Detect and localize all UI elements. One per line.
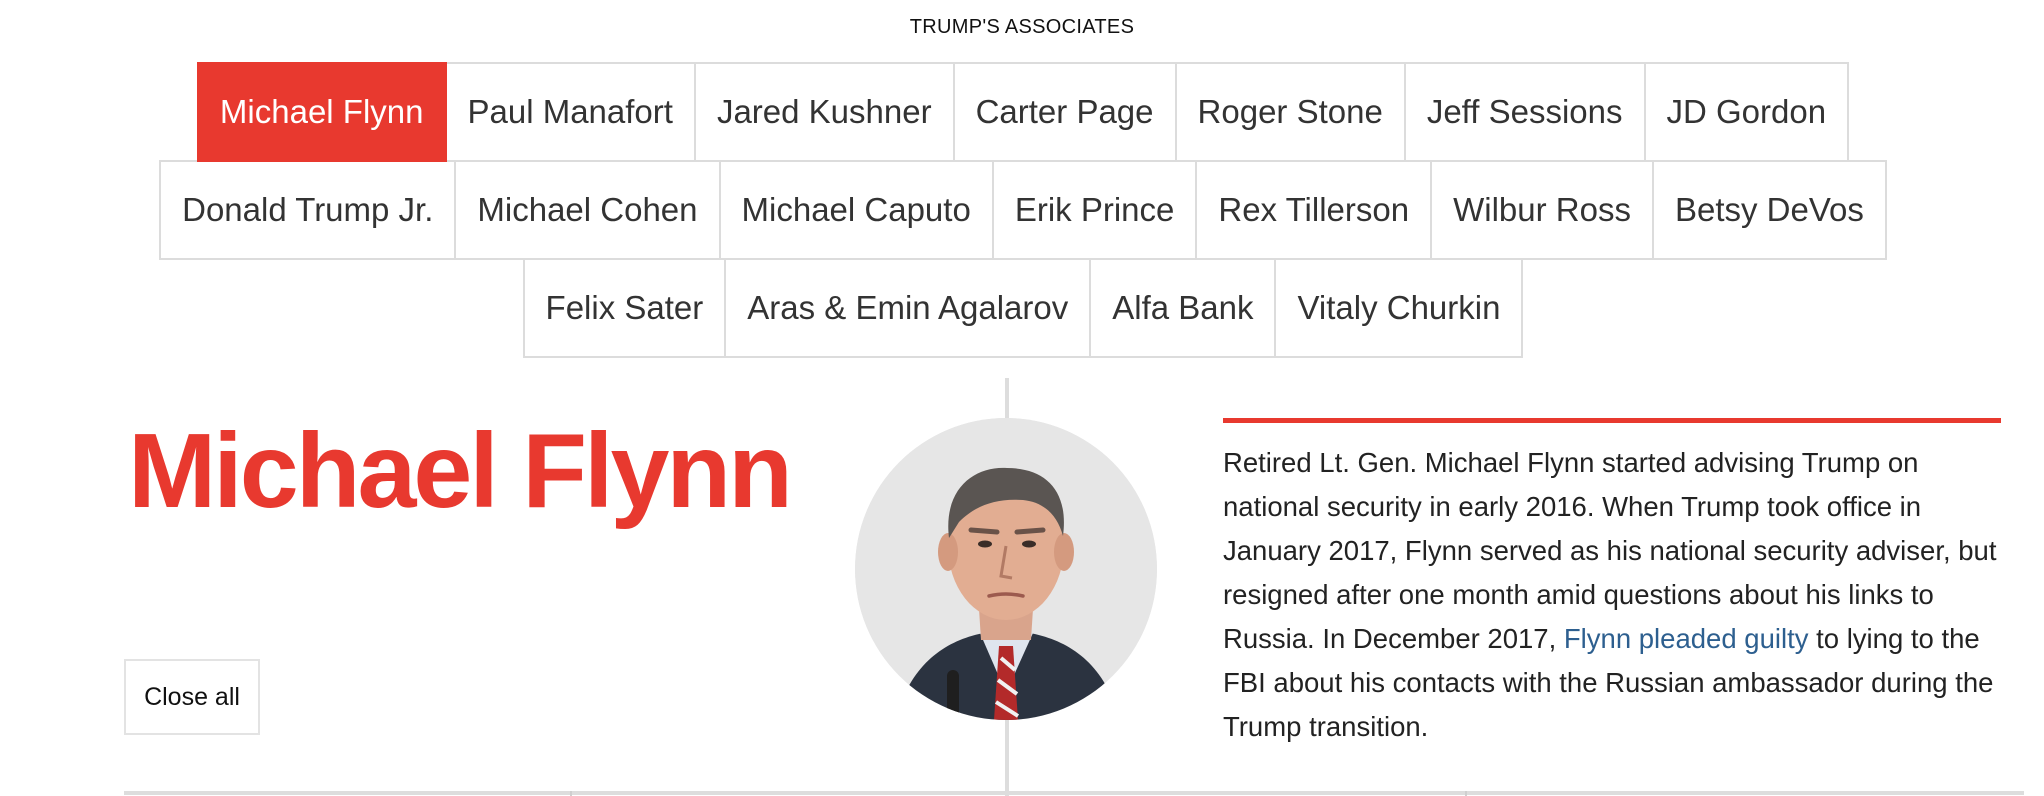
bio-accent-rule (1223, 418, 2001, 423)
tab-vitaly-churkin[interactable]: Vitaly Churkin (1274, 258, 1524, 358)
tab-row-3: Felix Sater Aras & Emin Agalarov Alfa Ba… (0, 258, 2044, 358)
tab-paul-manafort[interactable]: Paul Manafort (444, 62, 696, 162)
tab-rex-tillerson[interactable]: Rex Tillerson (1195, 160, 1433, 260)
tab-jared-kushner[interactable]: Jared Kushner (693, 62, 955, 162)
tab-jd-gordon[interactable]: JD Gordon (1643, 62, 1850, 162)
close-all-button[interactable]: Close all (124, 659, 260, 735)
profile-name: Michael Flynn (128, 412, 793, 530)
profile-bio: Retired Lt. Gen. Michael Flynn started a… (1223, 441, 2013, 749)
tab-aras-emin-agalarov[interactable]: Aras & Emin Agalarov (724, 258, 1092, 358)
tab-row-2: Donald Trump Jr. Michael Cohen Michael C… (0, 160, 2044, 260)
portrait-illustration (855, 418, 1157, 720)
tab-michael-cohen[interactable]: Michael Cohen (454, 160, 721, 260)
tab-carter-page[interactable]: Carter Page (952, 62, 1177, 162)
tab-donald-trump-jr[interactable]: Donald Trump Jr. (159, 160, 457, 260)
bio-link-flynn-pleaded-guilty[interactable]: Flynn pleaded guilty (1564, 623, 1809, 654)
tab-row-1: Michael Flynn Paul Manafort Jared Kushne… (0, 62, 2044, 162)
profile-photo (855, 418, 1157, 720)
tab-michael-caputo[interactable]: Michael Caputo (718, 160, 994, 260)
associate-tabs: Michael Flynn Paul Manafort Jared Kushne… (0, 62, 2044, 358)
tab-roger-stone[interactable]: Roger Stone (1174, 62, 1406, 162)
tab-wilbur-ross[interactable]: Wilbur Ross (1430, 160, 1654, 260)
bottom-tick (1465, 791, 1467, 796)
section-label: TRUMP'S ASSOCIATES (909, 16, 1135, 38)
tab-betsy-devos[interactable]: Betsy DeVos (1651, 160, 1887, 260)
tab-jeff-sessions[interactable]: Jeff Sessions (1403, 62, 1646, 162)
tab-alfa-bank[interactable]: Alfa Bank (1089, 258, 1277, 358)
bottom-rule (124, 791, 2024, 795)
tab-erik-prince[interactable]: Erik Prince (991, 160, 1198, 260)
tab-felix-sater[interactable]: Felix Sater (522, 258, 727, 358)
bottom-tick (570, 791, 572, 796)
tab-michael-flynn[interactable]: Michael Flynn (196, 62, 447, 162)
